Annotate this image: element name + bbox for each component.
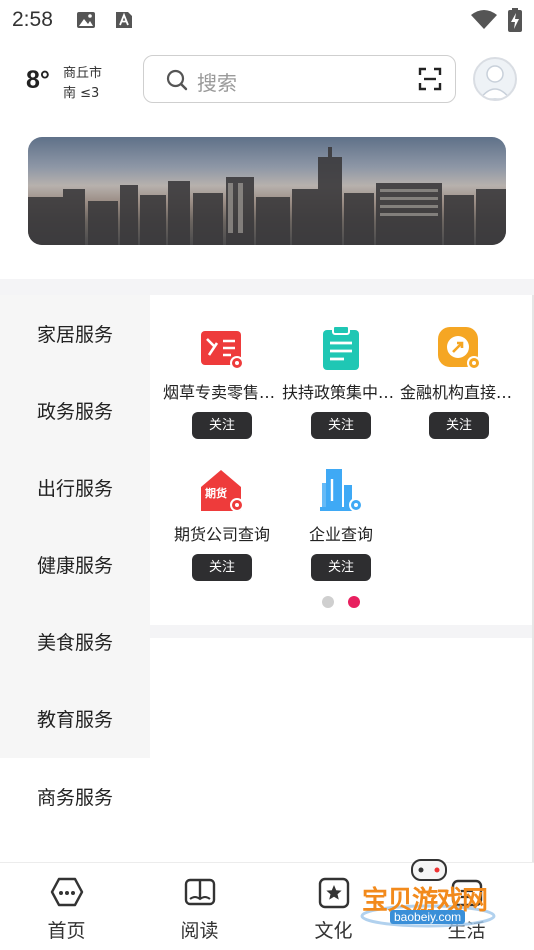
search-icon xyxy=(166,69,188,95)
license-icon xyxy=(199,325,245,371)
category-item-home[interactable]: 家居服务 xyxy=(0,295,150,372)
category-label: 家居服务 xyxy=(36,324,113,346)
follow-button[interactable]: 关注 xyxy=(311,554,371,581)
futures-house-icon: 期货 xyxy=(199,467,245,513)
font-notification-icon xyxy=(114,10,134,34)
enterprise-building-icon xyxy=(318,467,364,513)
city-skyline-banner[interactable] xyxy=(28,137,506,245)
clipboard-icon xyxy=(318,325,364,371)
nav-tab-reading[interactable]: 阅读 xyxy=(133,863,266,950)
service-grid: 烟草专卖零售许可证查询 关注 扶持政策集中查询 关注 金融机构直接查询 关注 xyxy=(150,295,534,625)
search-placeholder: 搜索 xyxy=(197,71,237,95)
watermark-url: baobeiy.com xyxy=(390,910,466,924)
pager-dot-2-active[interactable] xyxy=(348,596,360,608)
service-name: 金融机构直接查询 xyxy=(400,383,518,402)
status-time: 2:58 xyxy=(12,8,53,31)
service-name: 企业查询 xyxy=(308,525,373,544)
status-bar: 2:58 xyxy=(0,0,534,40)
service-name: 烟草专卖零售许可证查询 xyxy=(163,383,281,402)
category-label: 美食服务 xyxy=(36,632,113,654)
home-icon xyxy=(50,877,84,911)
service-card[interactable]: 扶持政策集中查询 关注 xyxy=(282,325,400,439)
battery-charging-icon xyxy=(508,8,522,36)
pager-dot-1[interactable] xyxy=(322,596,334,608)
category-label: 商务服务 xyxy=(36,787,113,809)
service-name: 扶持政策集中查询 xyxy=(282,383,400,402)
weather-temperature: 8° xyxy=(26,66,50,94)
category-item-government[interactable]: 政务服务 xyxy=(0,372,150,449)
category-item-travel[interactable]: 出行服务 xyxy=(0,449,150,526)
nav-label: 首页 xyxy=(47,920,86,942)
service-card[interactable]: 金融机构直接查询 关注 xyxy=(400,325,518,439)
finance-icon xyxy=(436,325,482,371)
weather-city: 商丘市 xyxy=(63,66,103,81)
category-item-food[interactable]: 美食服务 xyxy=(0,603,150,680)
category-item-health[interactable]: 健康服务 xyxy=(0,526,150,603)
book-icon xyxy=(184,877,216,911)
follow-button[interactable]: 关注 xyxy=(192,412,252,439)
follow-button[interactable]: 关注 xyxy=(192,554,252,581)
category-label: 出行服务 xyxy=(36,478,113,500)
service-name: 期货公司查询 xyxy=(173,525,270,544)
section-divider xyxy=(0,279,534,295)
service-card[interactable]: 企业查询 关注 xyxy=(282,467,400,581)
nav-tab-home[interactable]: 首页 xyxy=(0,863,133,950)
nav-label: 阅读 xyxy=(180,920,219,942)
service-card[interactable]: 期货 期货公司查询 关注 xyxy=(163,467,281,581)
follow-button[interactable]: 关注 xyxy=(429,412,489,439)
gallery-notification-icon xyxy=(76,10,96,34)
grid-divider xyxy=(150,625,534,638)
watermark-logo: 宝贝游戏网 baobeiy.com xyxy=(360,858,504,928)
follow-button[interactable]: 关注 xyxy=(311,412,371,439)
search-input[interactable]: 搜索 xyxy=(143,55,456,103)
category-label: 健康服务 xyxy=(36,555,113,577)
user-avatar[interactable] xyxy=(473,57,517,101)
futures-badge-text: 期货 xyxy=(205,487,227,500)
scan-icon[interactable] xyxy=(418,67,442,95)
category-item-education[interactable]: 教育服务 xyxy=(0,680,150,757)
category-label: 教育服务 xyxy=(36,709,113,731)
culture-star-icon xyxy=(318,877,350,913)
category-item-business[interactable]: 商务服务 xyxy=(0,758,150,835)
service-card[interactable]: 烟草专卖零售许可证查询 关注 xyxy=(163,325,281,439)
wifi-icon xyxy=(470,10,498,34)
weather-wind: 南 ≤3 xyxy=(63,86,100,101)
category-label: 政务服务 xyxy=(36,401,113,423)
